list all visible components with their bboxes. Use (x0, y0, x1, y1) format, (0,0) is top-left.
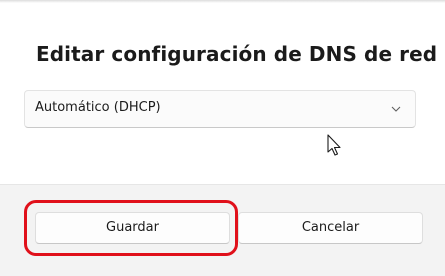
cancel-button[interactable]: Cancelar (238, 212, 423, 244)
dns-mode-selected-value: Automático (DHCP) (35, 100, 161, 115)
dns-mode-dropdown[interactable]: Automático (DHCP) (24, 90, 416, 128)
edit-dns-dialog: Editar configuración de DNS de red Autom… (0, 0, 445, 276)
mouse-pointer-icon (327, 134, 341, 156)
chevron-down-icon (391, 106, 401, 112)
dialog-top-edge (0, 0, 445, 3)
save-button-highlight (24, 200, 238, 256)
dialog-title: Editar configuración de DNS de red (36, 42, 438, 66)
